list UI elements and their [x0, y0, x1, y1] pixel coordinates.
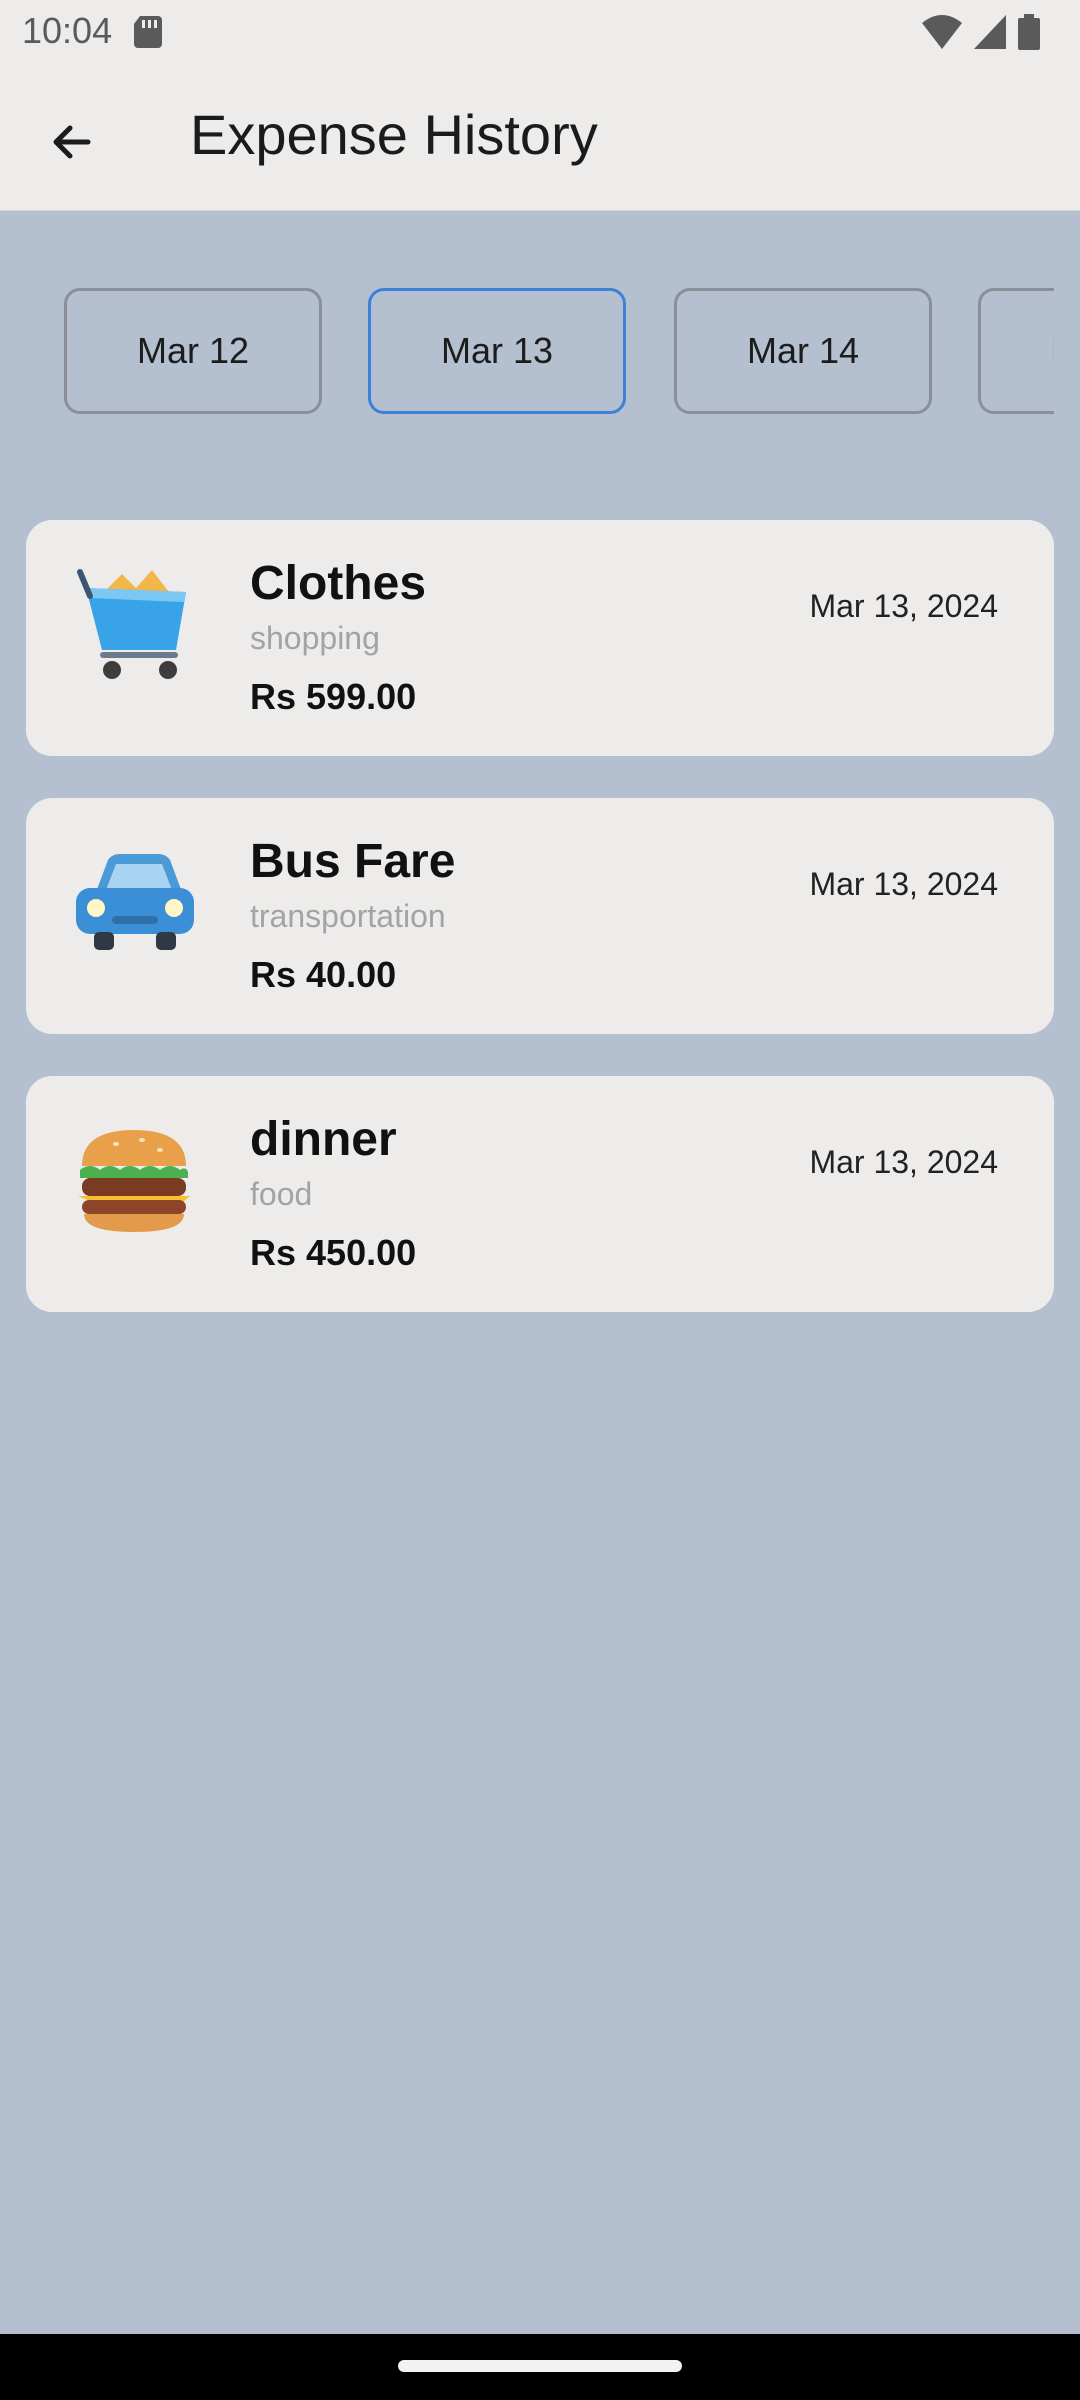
shopping-cart-icon [77, 569, 186, 679]
expense-title: Clothes [250, 557, 427, 610]
date-selector[interactable]: Mar 12 Mar 13 Mar 14 M [0, 288, 1054, 420]
car-icon [76, 854, 194, 950]
expense-amount: Rs 40.00 [250, 954, 397, 995]
expense-date: Mar 13, 2024 [809, 866, 998, 902]
date-chip-label: M [1051, 330, 1054, 372]
status-bar: 10:04 [0, 0, 1080, 62]
wifi-icon [922, 15, 962, 49]
expense-category: transportation [250, 898, 446, 934]
signal-icon [974, 15, 1006, 49]
page-title: Expense History [190, 103, 598, 166]
expense-amount: Rs 450.00 [250, 1232, 417, 1273]
back-button[interactable] [36, 106, 108, 178]
date-chip[interactable]: Mar 14 [674, 288, 932, 414]
expense-category: food [250, 1176, 313, 1212]
burger-icon [78, 1130, 190, 1232]
expense-card[interactable]: Clothes shopping Rs 599.00 Mar 13, 2024 [26, 520, 1054, 756]
date-chip-label: Mar 13 [440, 330, 554, 371]
expense-date: Mar 13, 2024 [809, 588, 998, 624]
date-chip[interactable]: Mar 12 [64, 288, 322, 414]
expense-card[interactable]: dinner food Rs 450.00 Mar 13, 2024 [26, 1076, 1054, 1312]
app-bar: Expense History [0, 62, 1080, 211]
expense-title: dinner [250, 1113, 397, 1166]
sd-card-icon [134, 16, 162, 48]
date-chip-label: Mar 14 [746, 330, 860, 371]
navigation-bar [0, 2334, 1080, 2400]
battery-icon [1018, 14, 1040, 50]
status-time: 10:04 [22, 10, 113, 51]
expense-card[interactable]: Bus Fare transportation Rs 40.00 Mar 13,… [26, 798, 1054, 1034]
date-chip[interactable]: M [978, 288, 1054, 414]
date-chip-label: Mar 12 [136, 330, 250, 371]
date-chip-selected[interactable]: Mar 13 [368, 288, 626, 414]
expense-amount: Rs 599.00 [250, 676, 417, 717]
expense-title: Bus Fare [250, 835, 456, 888]
status-icons [922, 14, 1040, 50]
home-indicator[interactable] [398, 2360, 682, 2372]
arrow-left-icon [53, 125, 91, 159]
expense-date: Mar 13, 2024 [809, 1144, 998, 1180]
expense-category: shopping [250, 620, 380, 656]
